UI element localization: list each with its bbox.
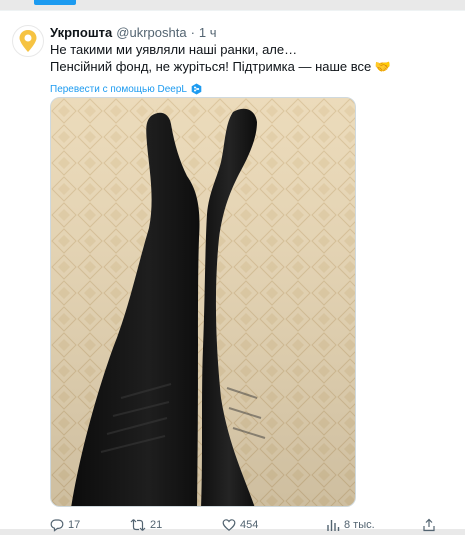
- user-handle[interactable]: @ukrposhta: [116, 25, 186, 40]
- timestamp[interactable]: 1 ч: [199, 25, 217, 40]
- retweet-button[interactable]: 21: [130, 518, 222, 532]
- screen: Укрпошта @ukrposhta · 1 ч Не такими ми у…: [0, 0, 465, 532]
- heart-icon: [222, 519, 236, 531]
- avatar[interactable]: [12, 25, 44, 57]
- translate-link[interactable]: Перевести с помощью DeepL: [50, 82, 202, 96]
- tweet-text: Не такими ми уявляли наші ранки, але… Пе…: [50, 41, 450, 75]
- tweet-photo[interactable]: [50, 97, 356, 507]
- tweet-header: Укрпошта @ukrposhta · 1 ч: [50, 23, 217, 41]
- tweet-text-line-1: Не такими ми уявляли наші ранки, але…: [50, 42, 298, 57]
- views-count: 8 тыс.: [344, 519, 375, 531]
- tweet-card[interactable]: Укрпошта @ukrposhta · 1 ч Не такими ми у…: [0, 10, 465, 532]
- photo-image: [51, 98, 355, 506]
- retweet-count: 21: [150, 519, 163, 531]
- share-icon: [423, 518, 435, 532]
- active-tab-indicator: [34, 0, 76, 5]
- like-count: 454: [240, 519, 259, 531]
- deepl-icon: [191, 83, 202, 95]
- views-button[interactable]: 8 тыс.: [326, 518, 422, 532]
- translate-label: Перевести с помощью DeepL: [50, 83, 187, 95]
- display-name[interactable]: Укрпошта: [50, 25, 112, 40]
- tweet-actions: 17 21 454 8 тыс.: [50, 515, 450, 535]
- reply-count: 17: [68, 519, 81, 531]
- reply-button[interactable]: 17: [50, 518, 130, 532]
- tweet-text-line-2: Пенсійний фонд, не журіться! Підтримка —…: [50, 59, 392, 74]
- views-icon: [327, 520, 340, 531]
- reply-icon: [50, 519, 64, 532]
- separator-dot: ·: [190, 24, 195, 40]
- share-button[interactable]: [422, 518, 436, 532]
- ukrposhta-logo-icon: [19, 30, 37, 52]
- retweet-icon: [130, 519, 146, 531]
- like-button[interactable]: 454: [222, 518, 326, 532]
